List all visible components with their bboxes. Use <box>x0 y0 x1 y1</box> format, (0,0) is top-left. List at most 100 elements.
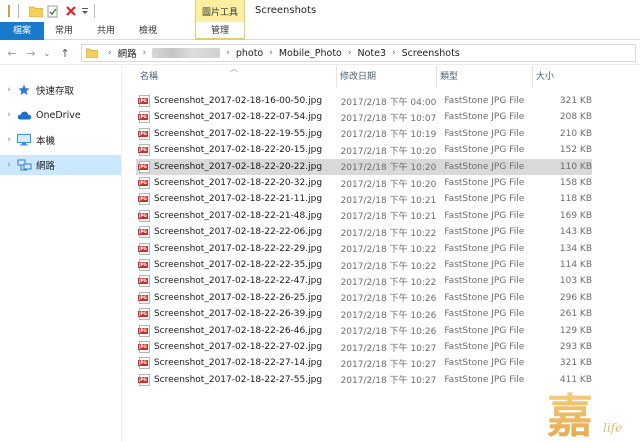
jpg-file-icon: JPG <box>138 291 151 304</box>
file-row[interactable]: JPG Screenshot_2017-02-18-22-22-47.jpg 201… <box>136 273 592 289</box>
breadcrumb-separator-icon: › <box>269 48 273 58</box>
jpg-file-icon: JPG <box>138 144 151 157</box>
file-row[interactable]: JPG Screenshot_2017-02-18-22-22-06.jpg 201… <box>136 224 592 240</box>
watermark-logo: 嘉 life <box>545 386 635 442</box>
toolbar-divider <box>94 4 95 18</box>
nav-item-this-pc[interactable]: › 本機 <box>0 130 121 150</box>
file-row[interactable]: JPG Screenshot_2017-02-18-22-22-35.jpg 201… <box>136 257 592 273</box>
column-header-date-modified[interactable]: 修改日期 <box>336 66 436 88</box>
computer-icon <box>16 134 32 146</box>
file-date-modified: 2017/2/18 下午 10:26 <box>340 310 437 321</box>
breadcrumb-photo[interactable]: photo <box>236 48 263 59</box>
file-date-modified: 2017/2/18 下午 10:21 <box>340 212 437 223</box>
recent-locations-chevron-icon[interactable]: ⌄ <box>42 45 52 61</box>
app-menu-icon[interactable] <box>6 4 12 18</box>
star-icon <box>16 84 32 96</box>
customize-toolbar-icon[interactable] <box>80 4 90 18</box>
file-date-modified: 2017/2/18 下午 10:20 <box>340 163 437 174</box>
file-row[interactable]: JPG Screenshot_2017-02-18-22-26-25.jpg 201… <box>136 290 592 306</box>
nav-item-label: OneDrive <box>36 109 81 121</box>
file-row[interactable]: JPG Screenshot_2017-02-18-22-27-02.jpg 201… <box>136 339 592 355</box>
nav-item-label: 網路 <box>36 161 56 172</box>
expand-chevron-icon[interactable]: › <box>2 135 16 145</box>
nav-item-onedrive[interactable]: › OneDrive <box>0 105 121 125</box>
file-type: FastStone JPG File <box>444 227 525 238</box>
column-header-name[interactable]: 名稱 <box>136 66 336 88</box>
title-bar: 圖片工具 Screenshots <box>0 0 640 22</box>
back-arrow-icon[interactable]: ← <box>5 45 19 61</box>
breadcrumb-screenshots[interactable]: Screenshots <box>402 48 460 59</box>
file-date-modified: 2017/2/18 下午 10:07 <box>340 113 437 124</box>
file-size: 169 KB <box>559 210 592 221</box>
tab-home[interactable]: 常用 <box>48 22 80 40</box>
breadcrumb-network[interactable]: 網路 <box>118 46 137 60</box>
file-row[interactable]: JPG Screenshot_2017-02-18-22-20-32.jpg 201… <box>136 175 592 191</box>
breadcrumb-separator-icon: › <box>142 48 147 58</box>
file-size: 411 KB <box>559 374 592 385</box>
jpg-file-icon: JPG <box>138 308 151 321</box>
file-name: Screenshot_2017-02-18-22-26-46.jpg <box>153 325 323 336</box>
file-name: Screenshot_2017-02-18-22-20-32.jpg <box>153 178 323 188</box>
file-name: Screenshot_2017-02-18-22-26-39.jpg <box>153 309 323 320</box>
window-title: Screenshots <box>255 5 317 16</box>
file-type: FastStone JPG File <box>444 374 525 385</box>
file-date-modified: 2017/2/18 下午 04:00 <box>340 97 437 108</box>
file-row[interactable]: JPG Screenshot_2017-02-18-22-20-15.jpg 201… <box>136 142 592 158</box>
jpg-file-icon: JPG <box>138 324 151 337</box>
nav-item-network[interactable]: › 網路 <box>0 155 121 175</box>
file-row[interactable]: JPG Screenshot_2017-02-18-22-21-48.jpg 201… <box>136 208 592 224</box>
jpg-file-icon: JPG <box>138 111 151 124</box>
address-row: ← → ⌄ ↑ › 網路 › › photo › Mobile_Photo › … <box>0 41 640 65</box>
file-type: FastStone JPG File <box>444 292 525 303</box>
file-row[interactable]: JPG Screenshot_2017-02-18-16-00-50.jpg 201… <box>136 93 592 109</box>
file-row[interactable]: JPG Screenshot_2017-02-18-22-20-22.jpg 201… <box>136 158 592 175</box>
expand-chevron-icon[interactable]: › <box>2 160 16 170</box>
breadcrumb-mobile-photo[interactable]: Mobile_Photo <box>279 48 342 59</box>
column-header-size[interactable]: 大小 <box>532 66 592 88</box>
properties-icon[interactable] <box>46 4 59 18</box>
address-folder-icon <box>86 48 98 58</box>
folder-icon[interactable] <box>29 4 43 18</box>
file-type: FastStone JPG File <box>444 112 525 123</box>
file-date-modified: 2017/2/18 下午 10:20 <box>340 146 437 157</box>
file-row[interactable]: JPG Screenshot_2017-02-18-22-26-39.jpg 201… <box>136 306 592 322</box>
nav-item-quick-access[interactable]: › 快速存取 <box>0 80 121 100</box>
tab-manage[interactable]: 管理 <box>195 22 245 40</box>
tab-share[interactable]: 共用 <box>90 22 122 40</box>
forward-arrow-icon[interactable]: → <box>24 45 38 61</box>
file-date-modified: 2017/2/18 下午 10:22 <box>340 261 437 272</box>
file-row[interactable]: JPG Screenshot_2017-02-18-22-27-55.jpg 201… <box>136 372 592 388</box>
file-date-modified: 2017/2/18 下午 10:27 <box>340 376 437 387</box>
nav-item-label: 本機 <box>36 136 56 147</box>
tab-view[interactable]: 檢視 <box>132 22 164 40</box>
jpg-file-icon: JPG <box>138 127 151 140</box>
expand-chevron-icon[interactable]: › <box>2 85 16 95</box>
address-bar[interactable]: › 網路 › › photo › Mobile_Photo › Note3 › … <box>81 44 636 62</box>
file-row[interactable]: JPG Screenshot_2017-02-18-22-22-29.jpg 201… <box>136 241 592 257</box>
file-name: Screenshot_2017-02-18-22-19-55.jpg <box>153 128 323 139</box>
file-name: Screenshot_2017-02-18-22-20-22.jpg <box>153 161 323 172</box>
file-size: 118 KB <box>559 194 592 205</box>
expand-chevron-icon[interactable]: › <box>2 110 16 120</box>
tab-file[interactable]: 檔案 <box>0 22 44 40</box>
column-header-type[interactable]: 類型 <box>436 66 532 88</box>
up-arrow-icon[interactable]: ↑ <box>58 45 72 61</box>
breadcrumb-separator-icon: › <box>226 48 230 58</box>
file-size: 103 KB <box>559 276 592 287</box>
delete-icon[interactable] <box>64 4 78 18</box>
file-size: 321 KB <box>559 96 592 106</box>
jpg-file-icon: JPG <box>138 357 151 370</box>
file-row[interactable]: JPG Screenshot_2017-02-18-22-27-14.jpg 201… <box>136 355 592 371</box>
file-size: 321 KB <box>559 358 592 369</box>
cloud-icon <box>16 109 32 121</box>
jpg-file-icon: JPG <box>138 275 151 288</box>
file-date-modified: 2017/2/18 下午 10:26 <box>340 294 437 305</box>
file-row[interactable]: JPG Screenshot_2017-02-18-22-21-11.jpg 201… <box>136 191 592 207</box>
breadcrumb-note3[interactable]: Note3 <box>357 48 386 59</box>
file-row[interactable]: JPG Screenshot_2017-02-18-22-19-55.jpg 201… <box>136 126 592 142</box>
file-size: 293 KB <box>559 342 592 352</box>
file-row[interactable]: JPG Screenshot_2017-02-18-22-26-46.jpg 201… <box>136 323 592 339</box>
file-row[interactable]: JPG Screenshot_2017-02-18-22-07-54.jpg 201… <box>136 109 592 125</box>
watermark-suffix: life <box>603 421 622 435</box>
file-type: FastStone JPG File <box>444 210 525 221</box>
